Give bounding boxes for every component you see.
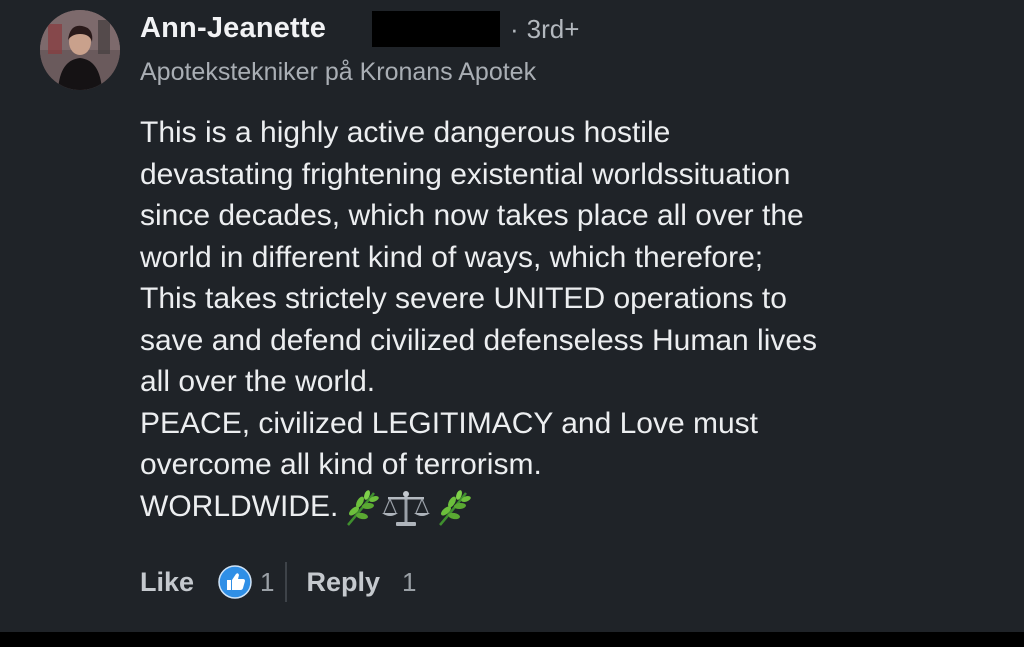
reply-count: 1 [402,566,417,597]
profile-photo-icon [40,10,120,90]
herb-icon [439,489,472,526]
divider [284,562,287,602]
like-button[interactable]: Like [140,567,194,598]
comment-line: since decades, which now takes place all… [140,199,804,232]
comment-line: This takes strictely severe UNITED opera… [140,282,787,315]
comment-line-text: WORLDWIDE. [140,489,339,523]
redaction-block [372,11,500,47]
comment-text: This is a highly active dangerous hostil… [140,112,980,529]
comment-line: world in different kind of ways, which t… [140,240,764,274]
separator-dot: · [510,14,519,44]
comment-line: PEACE, civilized LEGITIMACY and Love mus… [140,406,759,440]
reply-button[interactable]: Reply [307,567,381,598]
herb-icon [347,489,380,526]
comment-line: overcome all kind of terrorism. [140,448,542,481]
comment-actions: Like 1 Reply 1 [140,560,417,604]
comment-line-last: WORLDWIDE. [140,486,980,529]
connection-degree: · 3rd+ [510,14,579,45]
balance-scale-icon [382,490,431,526]
author-name[interactable]: Ann-Jeanette [140,12,326,45]
like-count: 1 [260,566,275,597]
comment-line: save and defend civilized defenseless Hu… [140,323,818,357]
connection-degree-label: 3rd+ [526,14,580,44]
thumbs-up-icon [218,565,252,599]
avatar[interactable] [40,10,120,90]
comment-line: This is a highly active dangerous hostil… [140,116,671,149]
bottom-bar [0,632,1024,647]
comment-card: Ann-Jeanette · 3rd+ Apotekstekniker på Kr… [0,0,1024,632]
emoji-row [340,487,472,529]
author-headline: Apotekstekniker på Kronans Apotek [140,58,537,86]
comment-line: devastating frightening existential worl… [140,157,791,191]
comment-line: all over the world. [140,365,376,398]
